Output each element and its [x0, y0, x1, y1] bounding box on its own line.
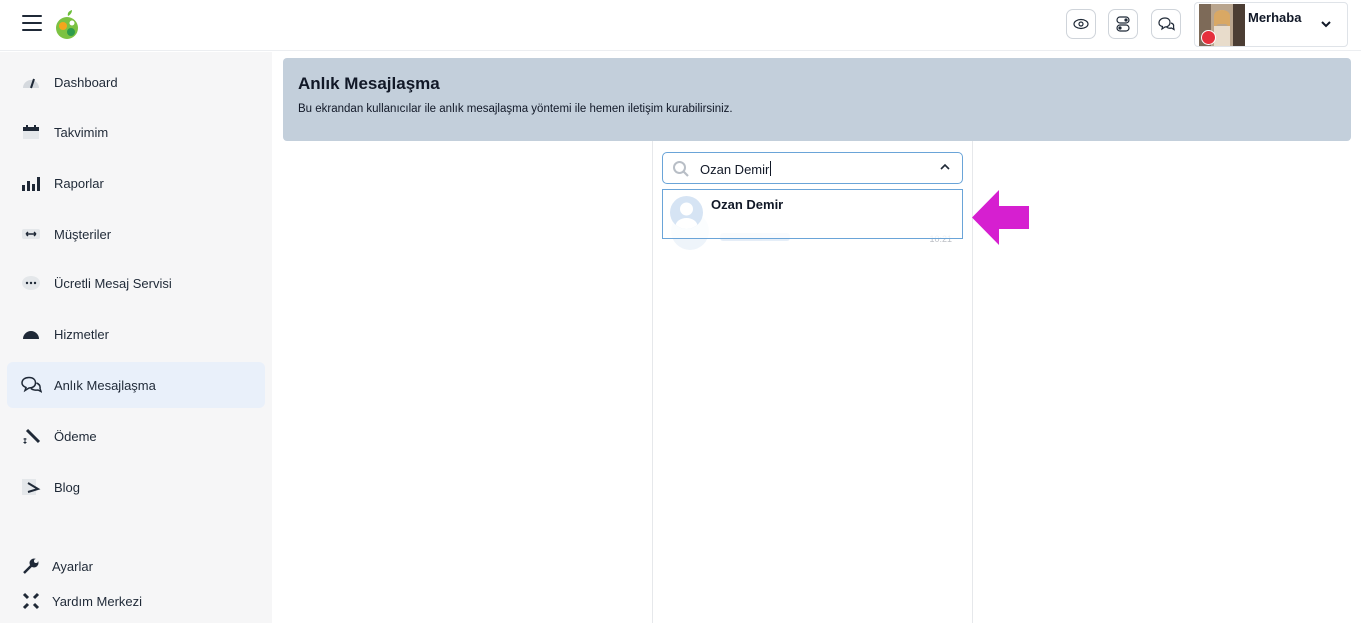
avatar — [1199, 4, 1245, 46]
customers-icon — [20, 224, 42, 244]
eye-icon — [1073, 18, 1089, 30]
eye-button[interactable] — [1066, 9, 1096, 39]
sidebar-item-odeme[interactable]: Ödeme — [7, 413, 265, 459]
greeting-text: Merhaba — [1248, 10, 1302, 25]
sidebar-item-hizmetler[interactable]: Hizmetler — [7, 311, 265, 357]
calendar-icon — [20, 122, 42, 142]
page-title: Anlık Mesajlaşma — [298, 74, 440, 93]
sidebar: Dashboard Takvimim Raporlar Müşteriler Ü… — [0, 52, 272, 623]
payment-icon — [20, 426, 42, 446]
sidebar-item-ucretli-mesaj-servisi[interactable]: Ücretli Mesaj Servisi — [7, 260, 265, 306]
sidebar-item-label: Blog — [54, 479, 81, 495]
page-header: Anlık Mesajlaşma Bu ekrandan kullanıcıla… — [283, 58, 1351, 141]
sidebar-item-blog[interactable]: Blog — [7, 464, 265, 510]
sidebar-item-takvimim[interactable]: Takvimim — [7, 109, 265, 155]
sidebar-item-label: Dashboard — [54, 74, 118, 90]
search-icon — [673, 161, 689, 177]
sidebar-item-dashboard[interactable]: Dashboard — [7, 59, 265, 105]
wrench-icon — [20, 556, 42, 576]
sidebar-item-label: Ayarlar — [52, 558, 93, 574]
sidebar-item-label: Ücretli Mesaj Servisi — [54, 275, 172, 291]
logo-icon[interactable] — [54, 10, 82, 40]
sidebar-item-anlik-mesajlasma[interactable]: Anlık Mesajlaşma — [7, 362, 265, 408]
sidebar-item-label: Raporlar — [54, 175, 104, 191]
services-icon — [20, 324, 42, 344]
sidebar-item-label: Yardım Merkezi — [52, 593, 143, 609]
top-bar: Merhaba — [0, 0, 1361, 51]
sidebar-item-musteriler[interactable]: Müşteriler — [7, 211, 265, 257]
help-icon — [20, 591, 42, 611]
search-result-option[interactable]: Ozan Demir — [662, 189, 963, 239]
option-name: Ozan Demir — [711, 197, 784, 212]
toggle-icon — [1116, 16, 1130, 32]
sidebar-item-label: Ödeme — [54, 428, 97, 444]
chat-icon — [1158, 17, 1175, 31]
user-avatar-icon — [670, 196, 703, 229]
gauge-icon — [20, 72, 42, 92]
search-input[interactable]: Ozan Demir — [700, 161, 772, 177]
toggle-button[interactable] — [1108, 9, 1138, 39]
bar-chart-icon — [20, 173, 42, 193]
sidebar-item-label: Hizmetler — [54, 326, 109, 342]
sidebar-item-label: Anlık Mesajlaşma — [54, 377, 156, 393]
page-subtitle: Bu ekrandan kullanıcılar ile anlık mesaj… — [298, 103, 733, 115]
text-caret — [770, 161, 772, 176]
arrow-left-icon — [972, 190, 1029, 245]
sidebar-item-raporlar[interactable]: Raporlar — [7, 160, 265, 206]
chat-icon — [20, 375, 42, 395]
chat-button[interactable] — [1151, 9, 1181, 39]
sidebar-item-label: Müşteriler — [54, 226, 112, 242]
user-search-select[interactable]: Ozan Demir — [662, 152, 963, 184]
sidebar-item-label: Takvimim — [54, 124, 109, 140]
hamburger-menu-icon[interactable] — [22, 15, 42, 33]
chevron-down-icon — [1321, 21, 1331, 28]
blog-icon — [20, 477, 42, 497]
message-dots-icon — [20, 273, 42, 293]
status-dot — [1201, 30, 1216, 45]
profile-menu[interactable]: Merhaba — [1194, 2, 1348, 47]
chevron-up-icon[interactable] — [940, 163, 950, 170]
sidebar-item-yardim-merkezi[interactable]: Yardım Merkezi — [7, 578, 265, 623]
